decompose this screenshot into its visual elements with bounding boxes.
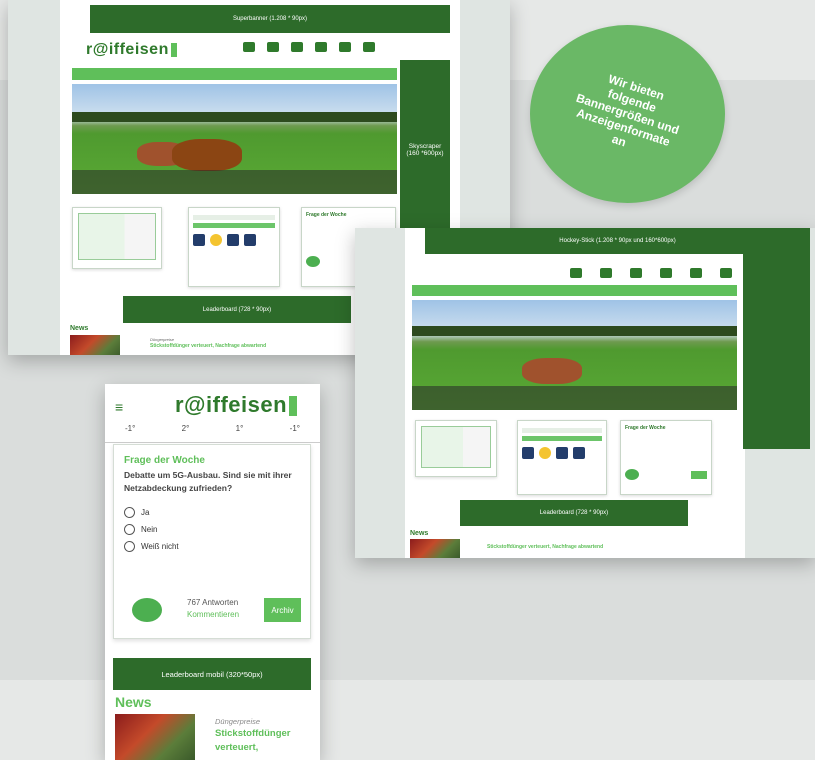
hero-image (72, 84, 397, 194)
poll-widget[interactable]: Frage der Woche (620, 420, 712, 495)
poll-title: Frage der Woche (124, 455, 205, 466)
news-category: Düngerpreise (215, 717, 261, 726)
news-title-line2[interactable]: verteuert, (215, 742, 258, 753)
news-category: Düngerpreise (150, 337, 175, 342)
leaderboard-label: Leaderboard (728 * 90px) (539, 510, 609, 516)
hockey-stick-label: Hockey-Stick (1.208 * 90px und 160*600px… (559, 238, 676, 244)
weather-widget[interactable] (188, 207, 280, 287)
hero-image (412, 300, 737, 410)
header-icons (243, 42, 375, 52)
tree-line (412, 326, 737, 336)
option-label: Ja (141, 508, 150, 517)
hero-caption (412, 386, 737, 410)
desktop-mockup-hockey-stick: Hockey-Stick (1.208 * 90px und 160*600px… (355, 228, 815, 558)
news-heading: News (115, 694, 152, 710)
site-logo[interactable]: r@iffeisen (86, 41, 177, 59)
newspaper-icon[interactable] (690, 268, 702, 278)
chart-icon[interactable] (243, 42, 255, 52)
poll-question: Debatte um 5G-Ausbau. Sind sie mit ihrer… (124, 470, 292, 493)
answer-count: 767 Antworten (187, 598, 239, 607)
hockey-stick-banner: Hockey-Stick (1.208 * 90px und 160*600px… (425, 228, 810, 254)
tractor-icon[interactable] (267, 42, 279, 52)
leaderboard-label: Leaderboard (728 * 90px) (202, 306, 272, 313)
news-title[interactable]: Stickstoffdünger verteuert, Nachfrage ab… (150, 343, 266, 349)
temp-day1: -1° (125, 424, 136, 433)
mobile-leaderboard-label: Leaderboard mobil (320*50px) (161, 669, 263, 679)
news-thumbnail[interactable] (70, 335, 120, 355)
cow-2 (172, 139, 242, 171)
option-label: Weiß nicht (141, 542, 179, 551)
logo-text: r@iffeisen (175, 392, 288, 417)
mobile-leaderboard-ad: Leaderboard mobil (320*50px) (113, 658, 311, 690)
offer-badge-text: Wir bieten folgende Bannergrößen und Anz… (566, 64, 690, 164)
header-icons (570, 268, 732, 278)
leaderboard-ad: Leaderboard (728 * 90px) (460, 500, 688, 526)
mobile-mockup: ≡ r@iffeisen -1° 2° 1° -1° Frage der Woc… (105, 384, 320, 760)
leaderboard-ad: Leaderboard (728 * 90px) (123, 296, 351, 323)
tractor-icon[interactable] (600, 268, 612, 278)
price-widget[interactable] (415, 420, 497, 477)
poll-title: Frage der Woche (306, 212, 347, 218)
news-heading: News (70, 325, 89, 332)
logo-text: r@iffeisen (86, 41, 169, 58)
comment-link[interactable]: Kommentieren (187, 610, 239, 619)
offer-badge: Wir bieten folgende Bannergrößen und Anz… (530, 25, 725, 203)
main-nav (412, 285, 737, 296)
poll-title: Frage der Woche (625, 425, 666, 431)
poll-option-unsure[interactable]: Weiß nicht (124, 541, 300, 552)
lock-icon[interactable] (720, 268, 732, 278)
temp-day3: 1° (235, 424, 244, 433)
tree-line (72, 112, 397, 122)
news-thumbnail[interactable] (410, 539, 460, 558)
leaf-icon[interactable] (630, 268, 642, 278)
hero-caption (72, 170, 397, 194)
news-thumbnail[interactable] (115, 714, 195, 760)
lock-icon[interactable] (363, 42, 375, 52)
temp-day4: -1° (289, 424, 300, 433)
hockey-stick-vertical (743, 254, 810, 449)
cow-1 (522, 358, 582, 384)
skyscraper-ad: Skyscraper (160 *600px) (400, 60, 450, 240)
hamburger-menu-icon[interactable]: ≡ (115, 399, 123, 415)
divider (105, 442, 320, 443)
skyscraper-label-line1: Skyscraper (408, 143, 442, 150)
poll-card: Frage der Woche Debatte um 5G-Ausbau. Si… (113, 444, 311, 639)
poll-option-yes[interactable]: Ja (124, 507, 300, 518)
main-nav (72, 68, 397, 80)
site-logo[interactable]: r@iffeisen (175, 392, 298, 418)
poll-option-no[interactable]: Nein (124, 524, 300, 535)
option-label: Nein (141, 525, 158, 534)
price-widget[interactable] (72, 207, 162, 269)
news-title-line1[interactable]: Stickstoffdünger (215, 728, 290, 739)
weather-temps: -1° 2° 1° -1° (125, 424, 300, 433)
calendar-icon[interactable] (315, 42, 327, 52)
leaf-icon[interactable] (291, 42, 303, 52)
archive-label: Archiv (271, 605, 294, 615)
news-heading: News (410, 530, 429, 537)
weather-widget[interactable] (517, 420, 607, 495)
temp-day2: 2° (181, 424, 190, 433)
newspaper-icon[interactable] (339, 42, 351, 52)
calendar-icon[interactable] (660, 268, 672, 278)
news-title[interactable]: Stickstoffdünger verteuert, Nachfrage ab… (487, 544, 603, 550)
superbanner-ad: Superbanner (1.208 * 90px) (90, 5, 450, 33)
superbanner-label: Superbanner (1.208 * 90px) (232, 16, 308, 22)
comment-bubble-icon[interactable] (132, 598, 162, 622)
chart-icon[interactable] (570, 268, 582, 278)
skyscraper-label-line2: (160 *600px) (406, 150, 444, 157)
archive-button[interactable]: Archiv (264, 598, 301, 622)
